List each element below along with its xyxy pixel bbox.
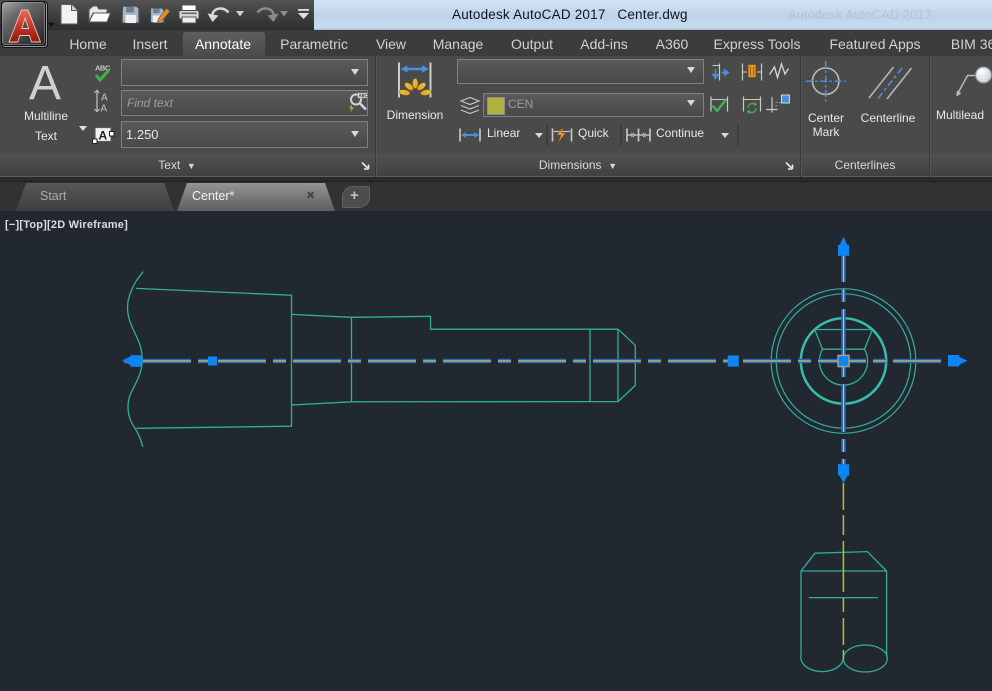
svg-text:A: A: [101, 104, 108, 115]
svg-text:A: A: [101, 93, 108, 104]
svg-text:A: A: [99, 129, 108, 143]
svg-text:ABC: ABC: [359, 93, 368, 98]
